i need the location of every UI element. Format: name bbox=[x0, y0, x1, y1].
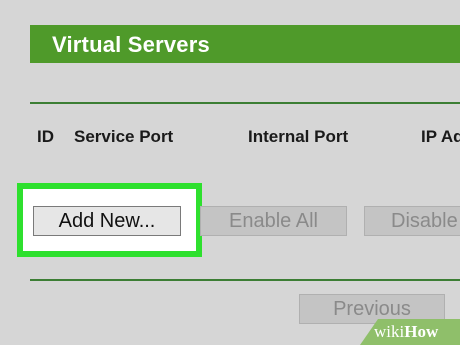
column-header-service-port: Service Port bbox=[74, 127, 174, 146]
enable-all-button[interactable]: Enable All bbox=[200, 206, 347, 236]
add-new-button[interactable]: Add New... bbox=[33, 206, 181, 236]
watermark-how: How bbox=[404, 322, 439, 341]
divider-bottom bbox=[30, 279, 460, 281]
column-header-internal-port: Internal Port bbox=[248, 127, 349, 146]
watermark-wiki: wiki bbox=[374, 322, 405, 341]
section-header: Virtual Servers bbox=[30, 25, 460, 63]
column-header-id: ID bbox=[37, 127, 54, 146]
column-header-ip-address: IP Ad bbox=[421, 127, 460, 146]
section-title: Virtual Servers bbox=[52, 32, 210, 57]
disable-all-button[interactable]: Disable bbox=[364, 206, 460, 236]
divider-top bbox=[30, 102, 460, 104]
